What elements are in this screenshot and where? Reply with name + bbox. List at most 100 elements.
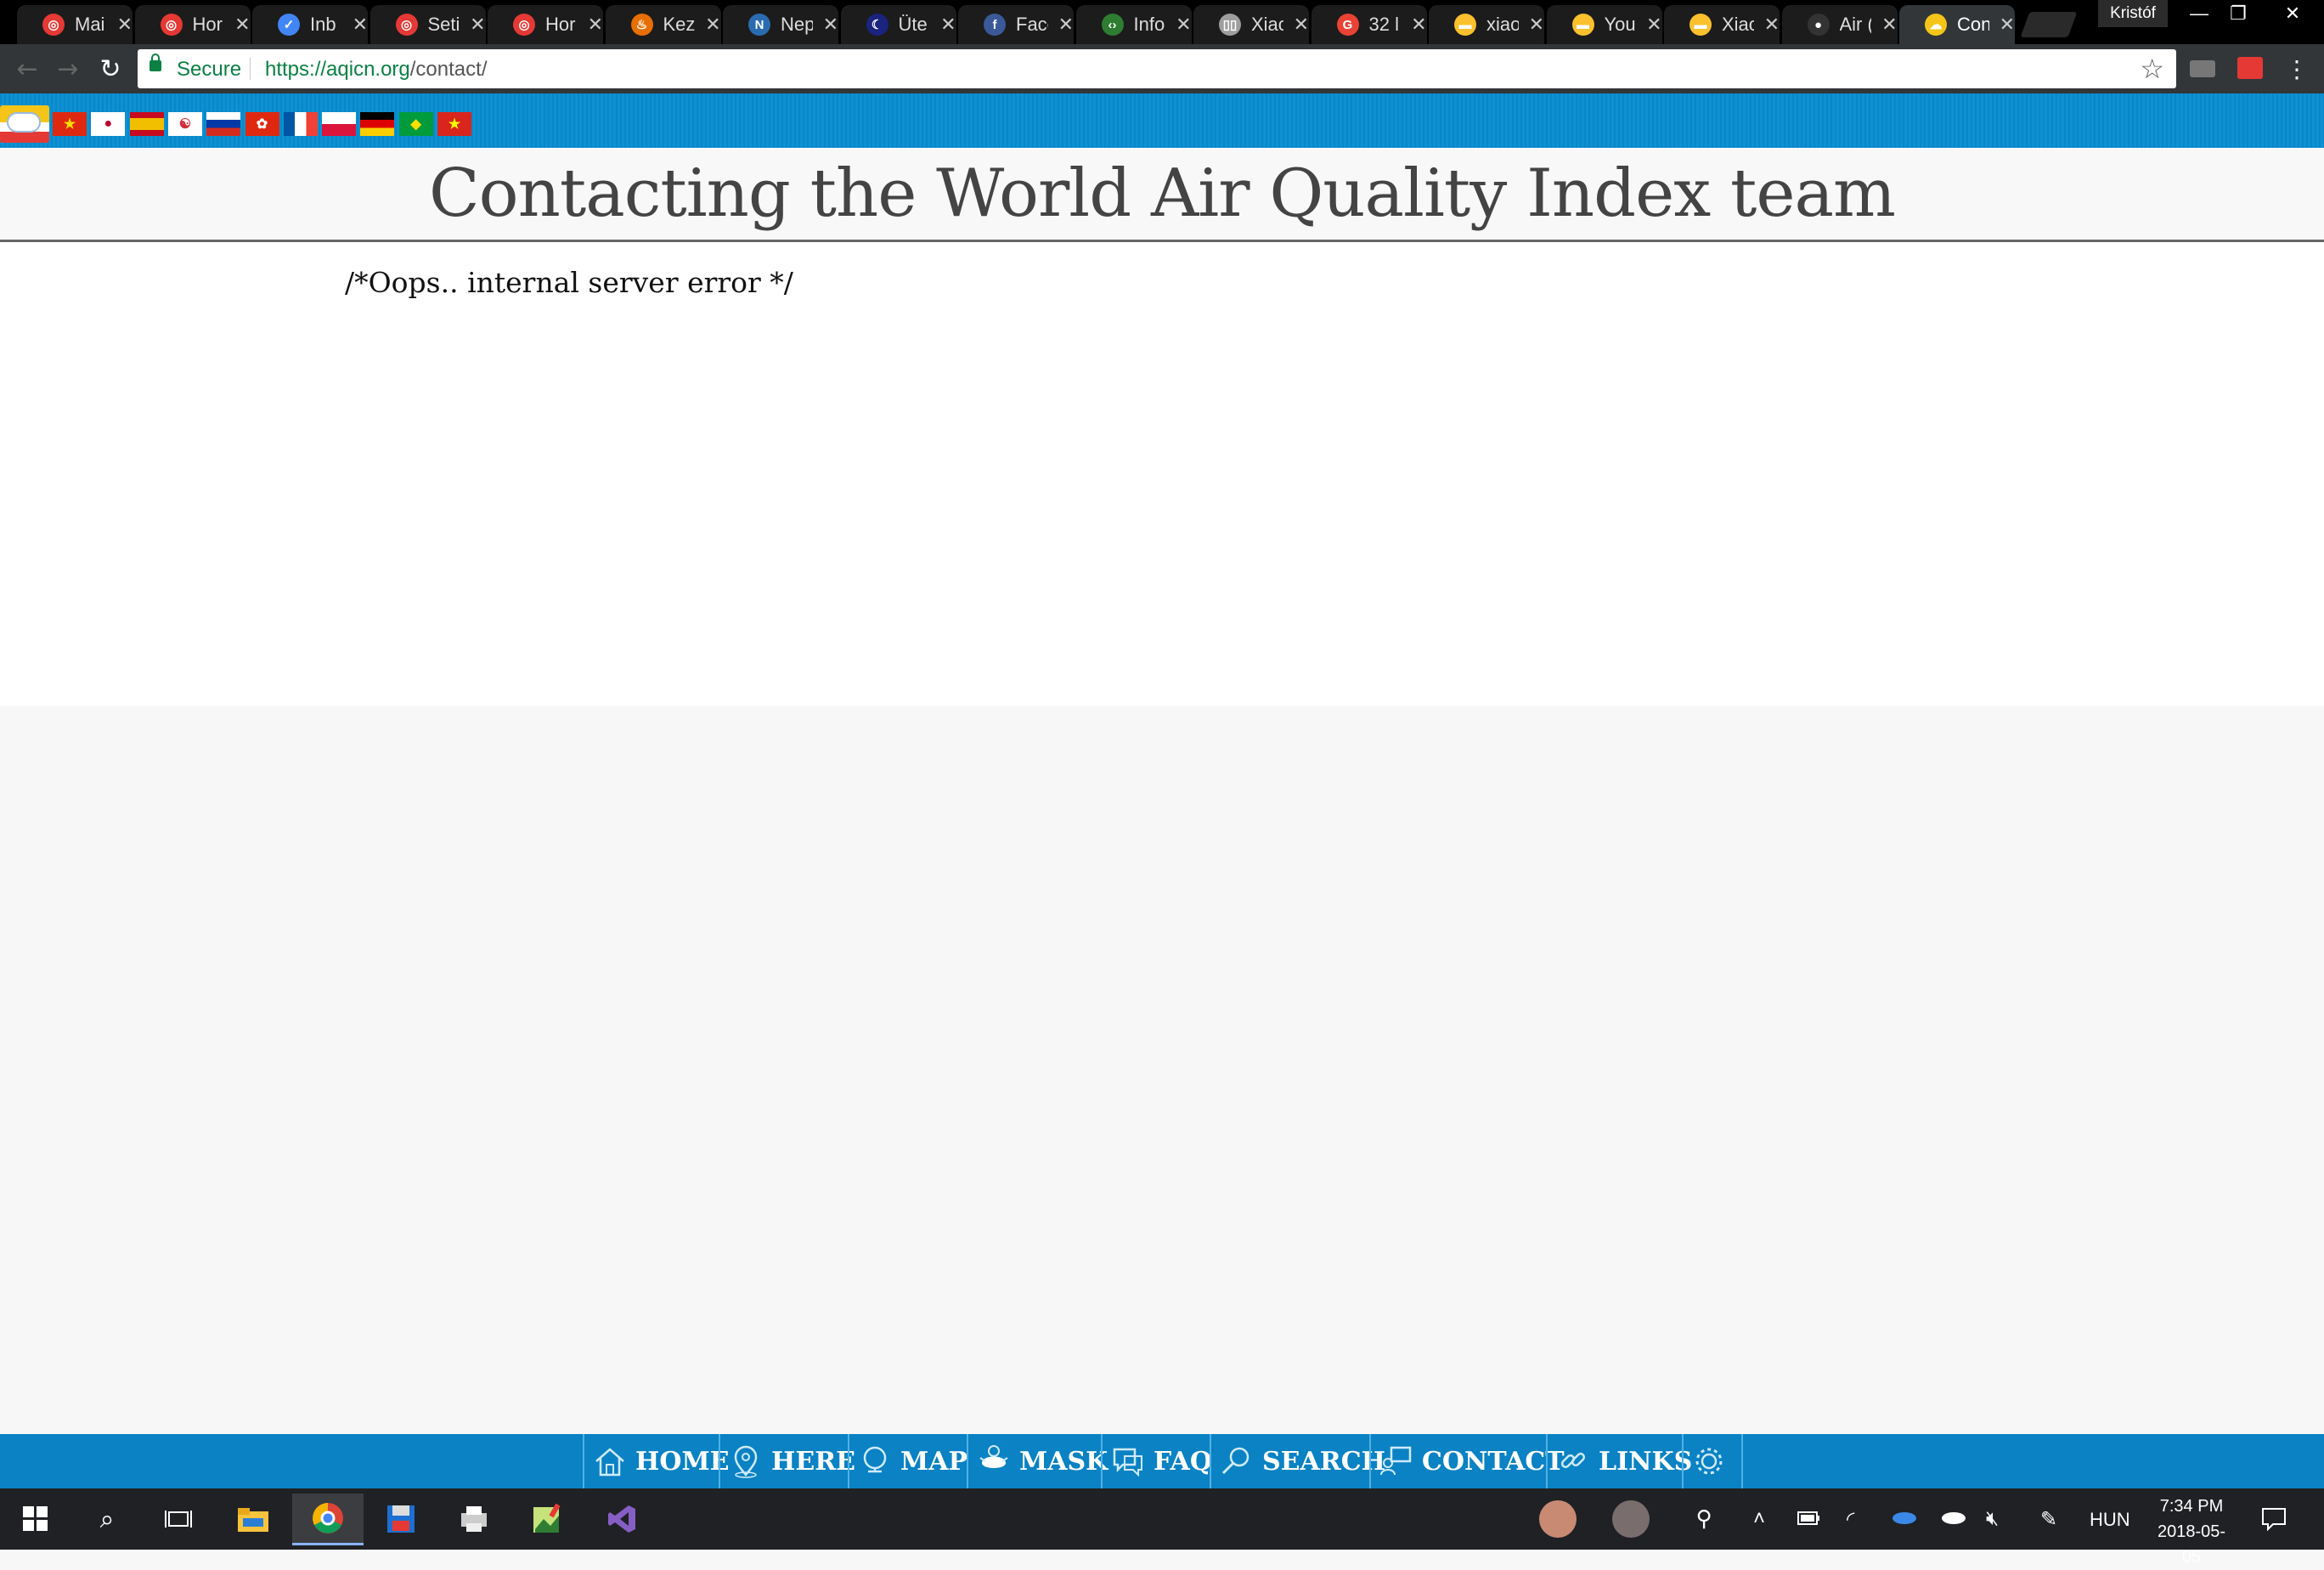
browser-tab[interactable]: f Face ✕: [958, 5, 1074, 44]
flag-spain[interactable]: [129, 112, 164, 136]
profile-button[interactable]: Kristóf: [2098, 0, 2168, 27]
flag-japan[interactable]: ●: [91, 112, 126, 136]
tab-close-icon[interactable]: ✕: [470, 15, 485, 34]
address-bar[interactable]: Secure https://aqicn.org/contact/ ☆: [138, 49, 2176, 88]
image-editor-icon[interactable]: [528, 1500, 566, 1538]
browser-tab[interactable]: ✓ Inb ✕: [252, 5, 368, 44]
tab-close-icon[interactable]: ✕: [823, 15, 838, 34]
google-icon: G: [1336, 14, 1359, 36]
chrome-taskbar-icon[interactable]: [292, 1494, 364, 1545]
flag-korea[interactable]: ☯: [167, 112, 202, 136]
browser-tab[interactable]: ◎ Hor ✕: [134, 5, 251, 44]
nav-search[interactable]: SEARCH: [1210, 1434, 1385, 1488]
new-tab-button[interactable]: [2020, 12, 2078, 37]
tab-close-icon[interactable]: ✕: [1294, 15, 1309, 34]
onedrive-sync-icon[interactable]: [1891, 1507, 1918, 1531]
restore-button[interactable]: ❐: [2219, 0, 2258, 27]
wifi-icon[interactable]: ◜: [1847, 1507, 1854, 1532]
tab-close-icon[interactable]: ✕: [940, 15, 956, 34]
reload-button[interactable]: ↻: [92, 51, 129, 87]
browser-tab[interactable]: ◎ Mai ✕: [17, 5, 133, 44]
pen-workspace-icon[interactable]: ✎: [2040, 1507, 2057, 1532]
tab-close-icon[interactable]: ✕: [1529, 15, 1544, 34]
language-indicator[interactable]: HUN: [2090, 1509, 2130, 1531]
tab-close-icon[interactable]: ✕: [1411, 15, 1426, 34]
browser-tab[interactable]: ▬ xiao ✕: [1429, 5, 1544, 44]
flag-russia[interactable]: [206, 112, 241, 136]
nav-home[interactable]: HOME: [583, 1434, 730, 1488]
save-app-icon[interactable]: [382, 1500, 420, 1538]
gmail-extension-icon[interactable]: [2190, 60, 2215, 77]
tab-title: Face: [1016, 14, 1048, 35]
flag-vietnam[interactable]: ★: [437, 112, 471, 136]
nav-here[interactable]: HERE: [719, 1434, 855, 1488]
flag-germany[interactable]: [360, 112, 395, 136]
browser-tab[interactable]: ◎ Hor ✕: [488, 5, 603, 44]
nav-label: SEARCH: [1262, 1446, 1385, 1477]
tab-title: Nep: [781, 14, 813, 35]
browser-tab[interactable]: ▯▯ Xiao ✕: [1193, 5, 1309, 44]
tab-close-icon[interactable]: ✕: [705, 15, 720, 34]
tab-close-icon[interactable]: ✕: [2000, 15, 2015, 34]
close-window-button[interactable]: ✕: [2273, 0, 2312, 27]
volume-muted-icon[interactable]: 🔇︎: [1986, 1507, 1999, 1531]
flag-poland[interactable]: [322, 112, 357, 136]
nav-faq[interactable]: FAQ: [1101, 1434, 1212, 1488]
flag-china[interactable]: ★: [53, 112, 87, 136]
aqicn-logo[interactable]: [0, 105, 49, 143]
browser-tab[interactable]: ‹› Info ✕: [1075, 5, 1192, 44]
clock[interactable]: 7:34 PM 2018-05-05: [2149, 1494, 2234, 1570]
nav-contact[interactable]: CONTACT: [1369, 1434, 1565, 1488]
printer-app-icon[interactable]: [455, 1500, 493, 1538]
search-taskbar-icon[interactable]: ⌕: [88, 1500, 126, 1538]
tab-close-icon[interactable]: ✕: [1881, 15, 1897, 34]
flag-brazil[interactable]: ◆: [398, 112, 433, 136]
nav-settings[interactable]: [1682, 1434, 1743, 1488]
nav-links[interactable]: LINKS: [1546, 1434, 1692, 1488]
contact-avatar-1[interactable]: [1539, 1500, 1577, 1538]
tab-close-icon[interactable]: ✕: [1646, 15, 1661, 34]
chevron-up-icon[interactable]: ˄: [1753, 1507, 1765, 1531]
back-button[interactable]: ←: [8, 51, 46, 87]
battery-icon[interactable]: [1797, 1507, 1821, 1531]
tab-close-icon[interactable]: ✕: [1058, 15, 1074, 34]
tab-close-icon[interactable]: ✕: [117, 15, 133, 34]
windows-taskbar: ⌕ ⚲ ˄ ◜ 🔇︎ ✎ HUN 7:34 PM 2018-05-05: [0, 1488, 2324, 1567]
browser-tab[interactable]: ☾ Üte ✕: [840, 5, 956, 44]
tab-close-icon[interactable]: ✕: [1764, 15, 1780, 34]
tab-close-icon[interactable]: ✕: [353, 15, 368, 34]
browser-tab[interactable]: ● Air (✕: [1781, 5, 1898, 44]
contact-avatar-2[interactable]: [1612, 1500, 1650, 1538]
page-header: Contacting the World Air Quality Index t…: [0, 148, 2324, 242]
file-explorer-icon[interactable]: [234, 1500, 272, 1538]
url-text[interactable]: https://aqicn.org/contact/: [265, 58, 487, 82]
red-extension-icon[interactable]: [2237, 57, 2263, 79]
forward-button[interactable]: →: [49, 51, 87, 87]
action-center-icon[interactable]: [2261, 1507, 2287, 1537]
onedrive-icon[interactable]: [1940, 1507, 1967, 1531]
browser-tab[interactable]: ▬ Xiao ✕: [1664, 5, 1780, 44]
tab-close-icon[interactable]: ✕: [1176, 15, 1191, 34]
bookmark-star-icon[interactable]: ☆: [2140, 53, 2164, 85]
people-icon[interactable]: ⚲: [1685, 1500, 1723, 1538]
nav-label: CONTACT: [1422, 1446, 1565, 1477]
browser-tab[interactable]: G 32 l ✕: [1311, 5, 1427, 44]
browser-tab[interactable]: ▬ You ✕: [1546, 5, 1662, 44]
task-view-icon[interactable]: [160, 1500, 197, 1538]
flag-france[interactable]: [283, 112, 318, 136]
browser-tab[interactable]: ♨ Kez ✕: [605, 5, 721, 44]
browser-tab[interactable]: ◎ Seti ✕: [369, 5, 486, 44]
nav-mask[interactable]: MASK: [967, 1434, 1108, 1488]
flag-hongkong[interactable]: ✿: [245, 112, 279, 136]
visual-studio-icon[interactable]: [603, 1500, 640, 1538]
browser-toolbar: ← → ↻ Secure https://aqicn.org/contact/ …: [0, 44, 2324, 93]
windows-start-icon[interactable]: [17, 1500, 54, 1538]
minimize-button[interactable]: —: [2180, 0, 2219, 27]
tab-title: Xiao: [1251, 14, 1283, 35]
tab-close-icon[interactable]: ✕: [588, 15, 603, 34]
nav-map[interactable]: MAP: [848, 1434, 967, 1488]
tab-close-icon[interactable]: ✕: [234, 15, 250, 34]
browser-tab[interactable]: ☁ Con ✕: [1899, 5, 2015, 44]
browser-tab[interactable]: N Nep ✕: [723, 5, 838, 44]
chrome-menu-icon[interactable]: ⋮: [2278, 51, 2316, 87]
